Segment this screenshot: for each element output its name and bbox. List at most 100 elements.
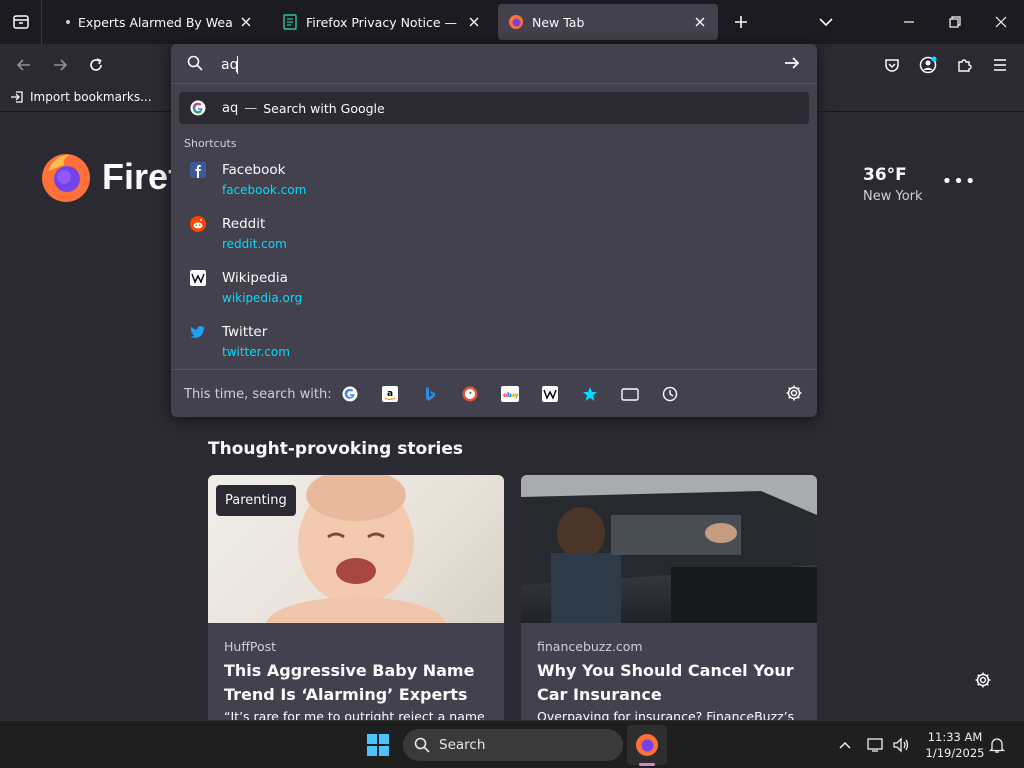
pocket-button[interactable] [877,50,907,80]
notification-bell-icon [988,738,1006,753]
windows-logo-icon [367,734,389,756]
gear-icon[interactable] [785,384,803,402]
search-tabs-button[interactable] [620,384,640,404]
engine-wikipedia-button[interactable] [540,384,560,404]
network-button[interactable] [866,735,886,755]
taskbar-search-box[interactable]: Search [403,729,623,761]
one-off-search-engines: This time, search with: a ebay [171,369,817,417]
text-caret [237,56,238,74]
restore-button[interactable] [932,0,978,44]
volume-button[interactable] [891,735,911,755]
story-card[interactable]: Parenting HuffPost This Aggressive Baby … [208,475,504,720]
close-icon [995,16,1007,28]
pocket-icon [885,59,899,72]
app-menu-button[interactable] [985,50,1015,80]
car-photo [521,475,817,623]
tab-title: Firefox Privacy Notice — Mozilla [306,14,460,30]
shortcut-wikipedia[interactable]: Wikipedia wikipedia.org [171,264,817,314]
tabs-icon [621,388,639,401]
shortcut-name: Twitter [222,324,268,340]
minimize-button[interactable] [886,0,932,44]
bookmarks-star-icon [583,387,597,401]
close-icon [695,17,705,27]
account-icon [919,56,937,74]
weather-more-button[interactable]: ••• [942,171,976,192]
personalize-button[interactable] [970,667,996,693]
svg-text:y: y [515,391,520,399]
google-icon [190,100,206,116]
gear-icon [975,672,991,688]
list-all-tabs-button[interactable] [803,0,849,44]
shortcut-name: Wikipedia [222,270,288,286]
twitter-icon [190,326,205,338]
shortcut-reddit[interactable]: Reddit reddit.com [171,210,817,260]
story-headline: This Aggressive Baby Name Trend Is ‘Alar… [224,661,475,704]
story-card[interactable]: financebuzz.com Why You Should Cancel Yo… [521,475,817,720]
shortcut-facebook[interactable]: Facebook facebook.com [171,156,817,206]
engine-google-button[interactable] [340,384,360,404]
tab-experts-alarmed[interactable]: Experts Alarmed By Weapon Ban [56,4,264,40]
taskbar-firefox-button[interactable] [627,725,667,765]
google-icon [342,386,358,402]
tab-close-button[interactable] [692,14,708,30]
firefox-logo-icon [42,154,90,202]
story-image: Parenting [208,475,504,623]
story-image [521,475,817,623]
new-tab-button[interactable] [718,0,764,44]
tab-strip: Experts Alarmed By Weapon Ban Firefox Pr… [0,0,1024,44]
shortcut-url: twitter.com [222,345,290,359]
story-headline: Why You Should Cancel Your Car Insurance [537,661,794,704]
shortcut-twitter[interactable]: Twitter twitter.com [171,318,817,368]
story-category-badge: Parenting [216,485,296,516]
search-history-button[interactable] [660,384,680,404]
engine-ebay-button[interactable]: ebay [500,384,520,404]
duckduckgo-icon [462,386,478,402]
urlbar-dropdown: aq — Search with Google Shortcuts Facebo… [171,44,817,417]
tab-new-tab[interactable]: New Tab [498,4,718,40]
bing-icon [426,387,435,401]
account-button[interactable] [913,50,943,80]
reload-button[interactable] [81,50,111,80]
show-hidden-icons-button[interactable] [835,735,855,755]
firefox-view-icon [12,15,29,29]
puzzle-icon [958,59,972,72]
tab-close-button[interactable] [466,14,482,30]
firefox-view-button[interactable] [0,0,42,44]
taskbar-search-label: Search [439,737,486,753]
one-off-label: This time, search with: [184,387,332,402]
firefox-icon [636,734,658,756]
more-dots-icon: ••• [941,170,977,192]
tab-title: New Tab [532,14,585,30]
urlbar-input-row [171,44,817,84]
urlbar-input[interactable] [221,54,761,76]
notifications-button[interactable] [987,735,1007,755]
tab-close-button[interactable] [238,14,254,30]
forward-button[interactable] [45,50,75,80]
engine-duckduckgo-button[interactable] [460,384,480,404]
story-source: HuffPost [224,639,277,654]
chevron-up-icon [839,741,851,749]
story-source: financebuzz.com [537,639,643,654]
clock-time: 11:33 AM [927,730,983,744]
taskbar-clock[interactable]: 11:33 AM 1/19/2025 [918,729,992,761]
shortcuts-heading: Shortcuts [184,137,237,150]
extensions-button[interactable] [949,50,979,80]
close-window-button[interactable] [978,0,1024,44]
engine-bing-button[interactable] [420,384,440,404]
chevron-down-icon [819,18,833,27]
start-button[interactable] [364,731,392,759]
wikipedia-icon [542,386,558,402]
tab-privacy-notice[interactable]: Firefox Privacy Notice — Mozilla [272,4,492,40]
windows-taskbar: Search 11:33 AM 1/19/2025 [0,720,1024,768]
search-suggestion-google[interactable]: aq — Search with Google [179,92,809,124]
search-icon [414,737,430,753]
import-icon [11,91,23,103]
weather-widget[interactable]: 36°F New York [863,165,923,204]
facebook-icon [190,162,206,178]
search-bookmarks-button[interactable] [580,384,600,404]
engine-amazon-button[interactable]: a [380,384,400,404]
back-button[interactable] [9,50,39,80]
go-arrow-icon[interactable] [783,54,801,72]
import-bookmarks-button[interactable]: Import bookmarks... [10,90,152,104]
suggestion-term: aq [222,100,239,116]
